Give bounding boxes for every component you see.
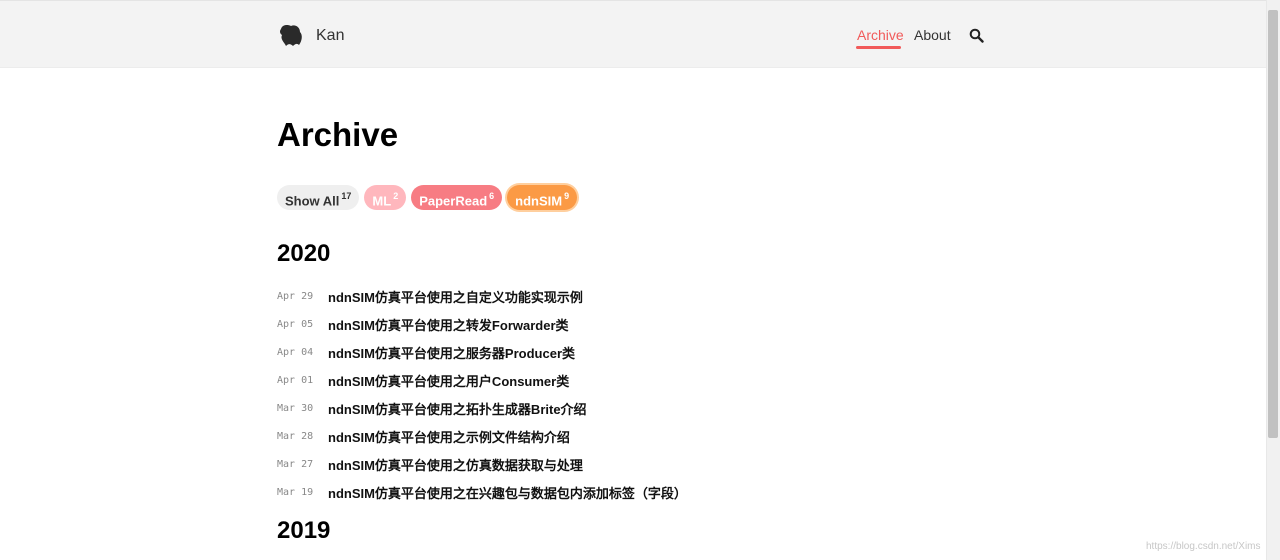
tag-paperread[interactable]: PaperRead 6	[411, 185, 503, 210]
post-title-link[interactable]: ndnSIM仿真平台使用之自定义功能实现示例	[328, 287, 583, 306]
scrollbar-thumb[interactable]	[1268, 10, 1278, 438]
post-item: Mar 30 ndnSIM仿真平台使用之拓扑生成器Brite介绍	[277, 394, 687, 422]
post-item: Mar 19 ndnSIM仿真平台使用之在兴趣包与数据包内添加标签（字段）	[277, 478, 687, 506]
year-heading-2020: 2020	[277, 240, 331, 267]
tag-label: ML	[372, 193, 392, 209]
post-title-link[interactable]: ndnSIM仿真平台使用之示例文件结构介绍	[328, 427, 570, 446]
tag-count: 6	[489, 191, 495, 201]
post-item: Mar 27 ndnSIM仿真平台使用之仿真数据获取与处理	[277, 450, 687, 478]
tag-ndnsim[interactable]: ndnSIM 9	[507, 185, 578, 210]
tag-label: ndnSIM	[515, 193, 563, 209]
post-date: Mar 19	[277, 486, 314, 498]
tag-filter-bar: Show All 17 ML 2 PaperRead 6 ndnSIM 9	[277, 185, 578, 210]
tag-show-all[interactable]: Show All 17	[277, 185, 360, 210]
post-date: Apr 05	[277, 318, 314, 330]
post-date: Apr 01	[277, 374, 314, 386]
post-title-link[interactable]: ndnSIM仿真平台使用之转发Forwarder类	[328, 315, 569, 334]
post-list: Apr 29 ndnSIM仿真平台使用之自定义功能实现示例 Apr 05 ndnSI…	[277, 282, 687, 506]
tag-label: Show All	[285, 193, 340, 209]
post-title-link[interactable]: ndnSIM仿真平台使用之仿真数据获取与处理	[328, 455, 583, 474]
post-date: Mar 27	[277, 458, 314, 470]
post-item: Mar 28 ndnSIM仿真平台使用之示例文件结构介绍	[277, 422, 687, 450]
watermark-text: https://blog.csdn.net/Xims	[1146, 541, 1261, 552]
post-item: Apr 01 ndnSIM仿真平台使用之用户Consumer类	[277, 366, 687, 394]
year-heading-2019: 2019	[277, 517, 331, 544]
post-item: Apr 04 ndnSIM仿真平台使用之服务器Producer类	[277, 338, 687, 366]
post-title-link[interactable]: ndnSIM仿真平台使用之拓扑生成器Brite介绍	[328, 399, 587, 418]
tag-label: PaperRead	[419, 193, 488, 209]
post-title-link[interactable]: ndnSIM仿真平台使用之用户Consumer类	[328, 371, 569, 390]
site-title[interactable]: Kan	[316, 27, 344, 45]
active-nav-indicator	[856, 46, 901, 49]
nav-about-link[interactable]: About	[914, 27, 951, 43]
site-header: Kan Archive About	[0, 0, 1266, 68]
post-date: Apr 29	[277, 290, 314, 302]
tag-count: 9	[564, 191, 570, 201]
post-item: Apr 05 ndnSIM仿真平台使用之转发Forwarder类	[277, 310, 687, 338]
tag-ml[interactable]: ML 2	[364, 185, 407, 210]
page-title: Archive	[277, 116, 399, 153]
post-item: Apr 29 ndnSIM仿真平台使用之自定义功能实现示例	[277, 282, 687, 310]
post-date: Mar 28	[277, 430, 314, 442]
post-date: Apr 04	[277, 346, 314, 358]
animal-head-logo-icon[interactable]	[278, 23, 304, 49]
tag-count: 17	[341, 191, 352, 201]
post-title-link[interactable]: ndnSIM仿真平台使用之服务器Producer类	[328, 343, 575, 362]
search-icon[interactable]	[969, 28, 984, 43]
post-title-link[interactable]: ndnSIM仿真平台使用之在兴趣包与数据包内添加标签（字段）	[328, 483, 687, 502]
tag-count: 2	[393, 191, 399, 201]
nav-archive-link[interactable]: Archive	[857, 27, 904, 43]
post-date: Mar 30	[277, 402, 314, 414]
